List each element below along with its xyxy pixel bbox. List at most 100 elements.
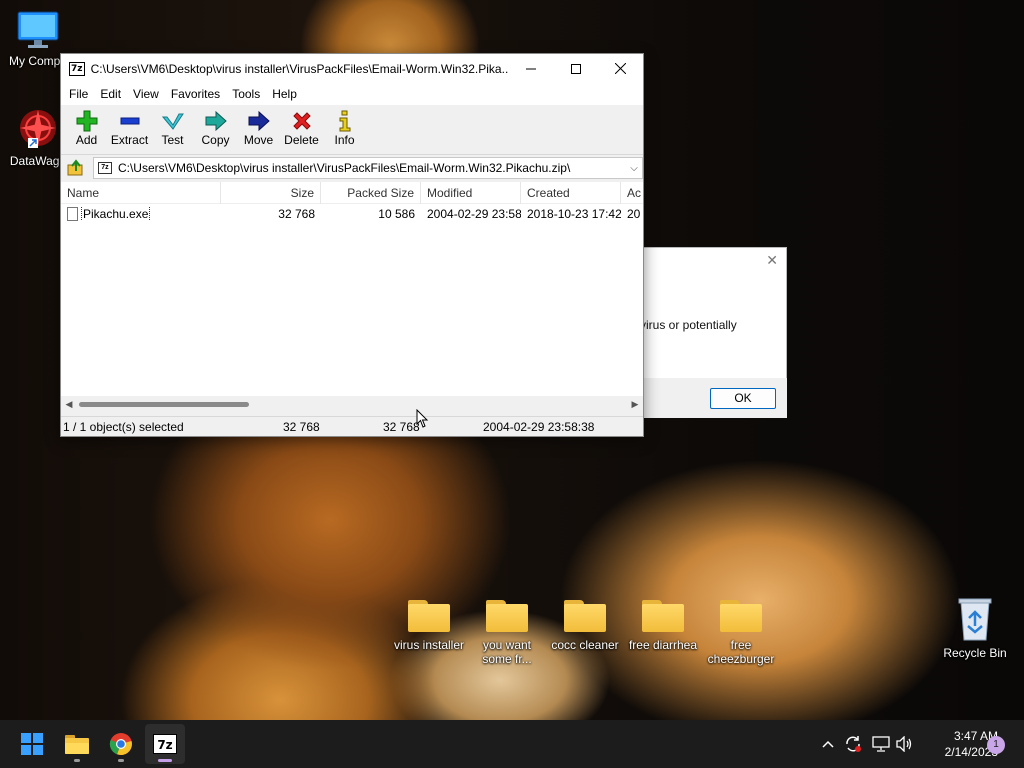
monitor-icon [17, 11, 59, 48]
chevron-down-icon[interactable]: ⌵ [626, 163, 642, 174]
menu-view[interactable]: View [127, 87, 165, 101]
desktop-folder-cocc-cleaner[interactable]: cocc cleaner [547, 600, 623, 652]
table-row[interactable]: Pikachu.exe 32 768 10 586 2004-02-29 23:… [61, 204, 643, 224]
status-bar: 1 / 1 object(s) selected 32 768 32 768 2… [61, 416, 643, 436]
desktop-folder-virus-installer[interactable]: virus installer [391, 600, 467, 652]
running-indicator [118, 759, 124, 762]
delete-button[interactable]: Delete [280, 109, 323, 154]
column-accessed[interactable]: Ac [621, 182, 643, 204]
desktop-icon-recycle-bin[interactable]: Recycle Bin [937, 596, 1013, 660]
folder-icon [720, 600, 762, 632]
extract-label: Extract [110, 133, 149, 147]
folder-label: virus installer [393, 638, 465, 652]
copy-button[interactable]: Copy [194, 109, 237, 154]
move-label: Move [243, 133, 274, 147]
copy-label: Copy [201, 133, 230, 147]
scroll-left-icon[interactable]: ◀ [61, 399, 77, 410]
tray-sync[interactable] [842, 720, 864, 768]
dialog-ok-button[interactable]: OK [710, 388, 776, 409]
taskbar: 7z 3:47 AM 2/14/2023 [0, 720, 1024, 768]
menu-file[interactable]: File [63, 87, 94, 101]
start-button[interactable] [12, 724, 52, 764]
desktop-icon-label: DataWago [9, 154, 67, 168]
column-size[interactable]: Size [221, 182, 321, 204]
desktop-icon-label: My Compu [8, 54, 67, 68]
status-selected: 1 / 1 object(s) selected [63, 419, 184, 434]
column-modified[interactable]: Modified [421, 182, 521, 204]
desktop-folder-free-cheezburger[interactable]: free cheezburger [703, 600, 779, 666]
toolbar: Add Extract Test Copy Move Delete Info [61, 105, 643, 155]
cell-size: 32 768 [278, 207, 315, 221]
horizontal-scrollbar[interactable]: ◀ ▶ [61, 396, 643, 413]
file-name: Pikachu.exe [81, 206, 151, 222]
volume-icon [896, 736, 912, 752]
column-packed-size[interactable]: Packed Size [321, 182, 421, 204]
active-indicator [158, 759, 172, 762]
close-button[interactable] [598, 54, 643, 83]
info-button[interactable]: Info [323, 109, 366, 154]
tray-volume[interactable] [894, 720, 916, 768]
mouse-cursor-icon [416, 409, 429, 428]
desktop-folder-free-diarrhea[interactable]: free diarrhea [625, 600, 701, 652]
windows-start-icon [21, 733, 43, 755]
test-button[interactable]: Test [151, 109, 194, 154]
menu-help[interactable]: Help [266, 87, 303, 101]
7zip-window: 7z C:\Users\VM6\Desktop\virus installer\… [60, 53, 644, 437]
scroll-thumb[interactable] [79, 402, 249, 407]
taskbar-clock[interactable]: 3:47 AM 2/14/2023 [918, 728, 998, 760]
menu-bar: File Edit View Favorites Tools Help [61, 83, 643, 105]
maximize-button[interactable] [554, 54, 599, 83]
chrome-icon [109, 733, 132, 756]
info-icon [339, 110, 350, 132]
folder-icon [486, 600, 528, 632]
7zip-taskbar-icon: 7z [153, 734, 177, 754]
column-name[interactable]: Name [61, 182, 221, 204]
show-hidden-icons[interactable] [818, 720, 838, 768]
minimize-button[interactable] [509, 54, 554, 83]
cell-packed-size: 10 586 [378, 207, 415, 221]
minimize-icon [526, 68, 537, 69]
cell-created: 2018-10-23 17:42 [527, 207, 621, 221]
taskbar-7zip[interactable]: 7z [145, 724, 185, 764]
network-icon [872, 736, 890, 752]
address-path: C:\Users\VM6\Desktop\virus installer\Vir… [117, 161, 571, 175]
file-list[interactable]: Name Size Packed Size Modified Created A… [61, 182, 643, 396]
background-dialog: ✕ virus or potentially OK [640, 247, 787, 418]
file-icon [67, 207, 78, 222]
menu-favorites[interactable]: Favorites [165, 87, 226, 101]
menu-tools[interactable]: Tools [226, 87, 266, 101]
dialog-close-icon[interactable]: ✕ [766, 252, 778, 269]
extract-button[interactable]: Extract [108, 109, 151, 154]
close-icon [615, 63, 627, 74]
scroll-track[interactable] [77, 396, 627, 413]
status-packed: 32 768 [383, 419, 420, 434]
clock-date: 2/14/2023 [944, 745, 998, 759]
column-created[interactable]: Created [521, 182, 621, 204]
tray-network[interactable] [870, 720, 892, 768]
test-label: Test [161, 133, 184, 147]
add-button[interactable]: Add [65, 109, 108, 154]
move-button[interactable]: Move [237, 109, 280, 154]
move-arrow-icon [248, 110, 270, 132]
address-field[interactable]: 7z C:\Users\VM6\Desktop\virus installer\… [92, 157, 643, 179]
notification-badge[interactable]: 1 [987, 736, 1005, 754]
zip-archive-icon: 7z [97, 162, 112, 174]
info-label: Info [334, 133, 355, 147]
desktop-folder-you-want-some-fr[interactable]: you want some fr... [469, 600, 545, 666]
scroll-right-icon[interactable]: ▶ [627, 399, 643, 410]
window-titlebar[interactable]: 7z C:\Users\VM6\Desktop\virus installer\… [61, 54, 643, 83]
up-folder-button[interactable] [65, 157, 87, 179]
minus-icon [120, 117, 139, 125]
delete-x-icon [292, 112, 311, 130]
taskbar-chrome[interactable] [101, 724, 141, 764]
taskbar-file-explorer[interactable] [57, 724, 97, 764]
window-title: C:\Users\VM6\Desktop\virus installer\Vir… [90, 61, 509, 76]
folder-label: cocc cleaner [551, 638, 619, 652]
menu-edit[interactable]: Edit [94, 87, 127, 101]
folder-icon [564, 600, 606, 632]
recycle-bin-icon [958, 598, 992, 641]
dialog-footer: OK [644, 378, 787, 418]
chevron-up-icon [822, 740, 834, 748]
cell-name: Pikachu.exe [61, 206, 221, 222]
running-indicator [74, 759, 80, 762]
